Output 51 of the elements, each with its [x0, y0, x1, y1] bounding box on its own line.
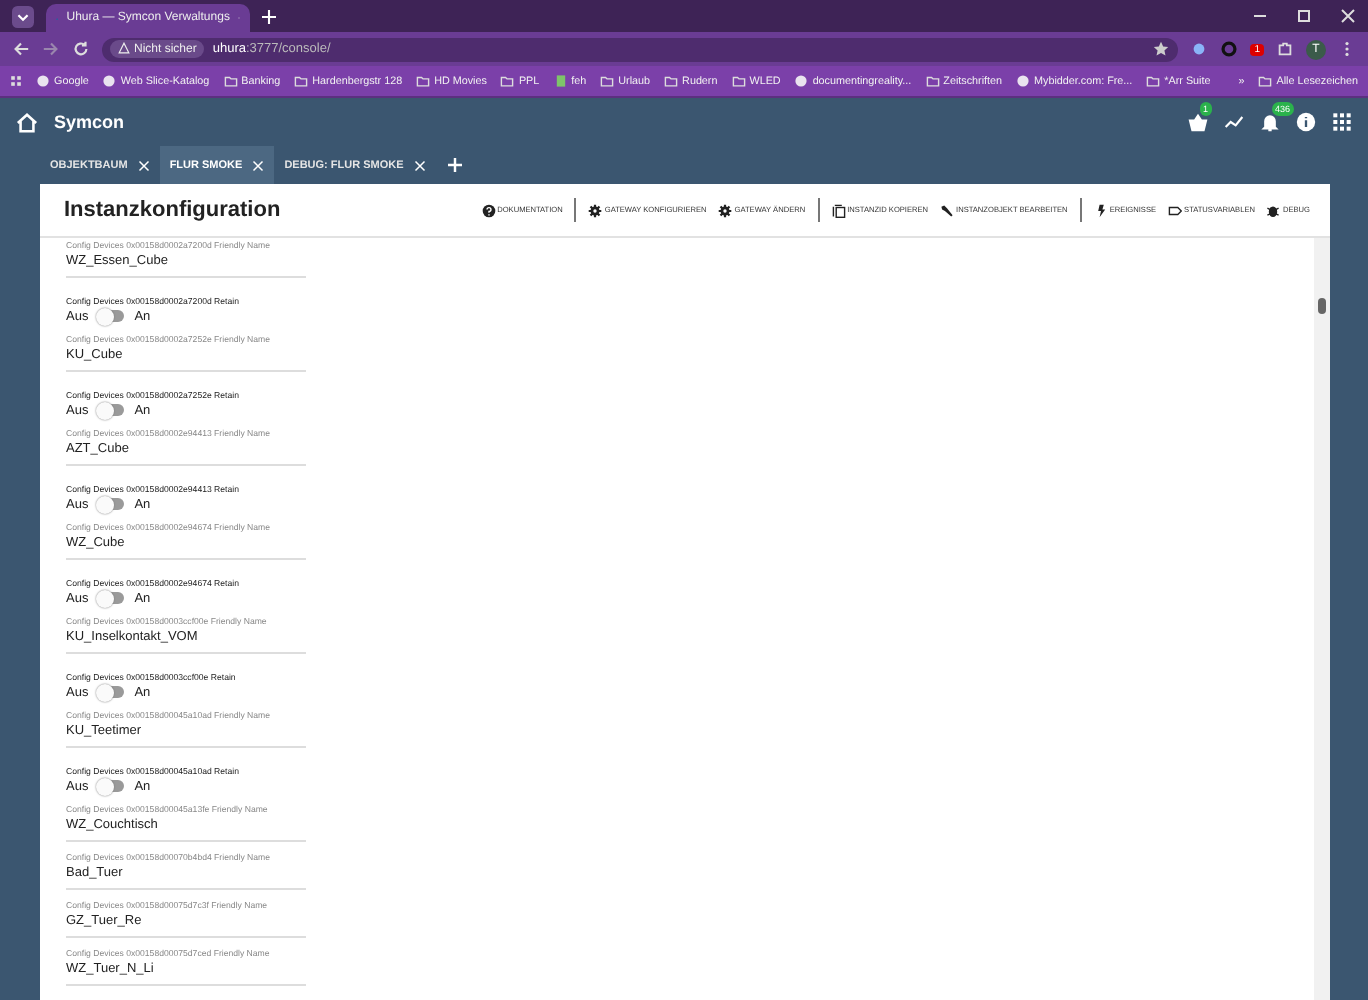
toggle-switch[interactable] [98, 686, 125, 698]
toggle-switch[interactable] [98, 780, 125, 792]
extension-icon[interactable] [1190, 40, 1209, 58]
folder-icon [925, 74, 940, 88]
info-icon[interactable] [1296, 112, 1316, 132]
folder-icon [294, 74, 309, 88]
folder-icon [1258, 74, 1273, 88]
star-icon[interactable] [1152, 40, 1171, 58]
app-title: Symcon [54, 112, 125, 132]
toggle-switch[interactable] [98, 404, 125, 416]
forward-icon [42, 40, 60, 58]
basket-icon[interactable] [1188, 112, 1208, 132]
folder-icon [416, 74, 431, 88]
tab-search-icon[interactable] [12, 5, 34, 27]
wrench-icon [940, 203, 955, 217]
toggle-switch[interactable] [98, 592, 125, 604]
panel-title: Instanzkonfiguration [64, 198, 281, 222]
folder-icon [500, 74, 515, 88]
site-icon [794, 74, 809, 88]
toggle-switch[interactable] [98, 310, 125, 322]
folder-icon [600, 74, 615, 88]
apps-icon[interactable] [10, 74, 23, 88]
site-icon [102, 74, 117, 88]
add-tab-icon[interactable] [447, 158, 462, 172]
puzzle-icon[interactable] [1276, 40, 1294, 58]
warning-icon [118, 42, 130, 54]
page-icon [553, 74, 568, 88]
bell-icon[interactable] [1260, 112, 1280, 132]
grid-menu-icon[interactable] [1332, 112, 1352, 132]
gear-icon [718, 203, 733, 217]
home-icon[interactable] [16, 111, 38, 133]
gear-icon [588, 203, 603, 217]
folder-icon [223, 74, 238, 88]
new-tab-icon[interactable] [262, 9, 276, 23]
help-icon [481, 203, 496, 217]
bug-icon [1266, 203, 1281, 217]
folder-icon [731, 74, 746, 88]
scrollbar[interactable] [1314, 238, 1330, 1000]
trend-icon[interactable] [1224, 112, 1244, 132]
reload-icon[interactable] [72, 40, 90, 58]
site-icon [36, 74, 51, 88]
back-icon[interactable] [12, 40, 30, 58]
ring-icon[interactable] [1220, 40, 1239, 58]
tag-icon [1168, 203, 1183, 217]
toggle-switch[interactable] [98, 498, 125, 510]
maximize-icon[interactable] [1296, 8, 1312, 24]
site-icon [1016, 74, 1031, 88]
folder-icon [664, 74, 679, 88]
copy-icon [831, 203, 846, 217]
folder-icon [1146, 74, 1161, 88]
lightning-icon [1093, 203, 1108, 217]
